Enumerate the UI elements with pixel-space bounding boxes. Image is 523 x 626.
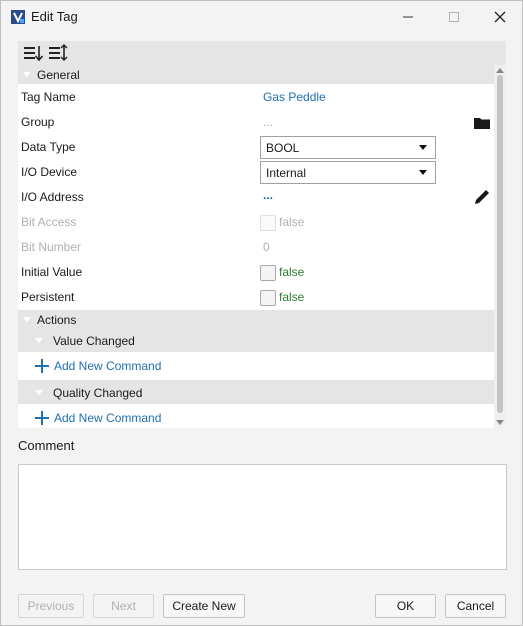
data-type-value: BOOL [266,141,300,155]
property-row-io-address: I/O Address ... [18,185,494,210]
collapse-triangle-icon[interactable] [35,338,43,343]
add-icon [35,359,49,373]
folder-icon[interactable] [473,114,491,132]
category-label: General [37,68,80,82]
edit-tag-app-icon [11,10,25,24]
scroll-up-icon[interactable] [496,68,504,73]
property-grid-toolbar [18,41,506,65]
category-general[interactable]: General [18,65,494,84]
collapse-triangle-icon[interactable] [23,72,31,77]
subcategory-value-changed[interactable]: Value Changed [18,328,494,352]
initial-value-checkbox[interactable] [260,265,276,281]
bit-access-checkbox [260,215,276,231]
window-title: Edit Tag [31,9,78,24]
bit-access-label: Bit Access [21,215,77,229]
tag-name-label: Tag Name [21,90,76,104]
data-type-select[interactable]: BOOL [260,136,436,159]
cancel-button[interactable]: Cancel [445,594,506,618]
title-bar: Edit Tag [1,1,522,33]
add-new-command-link[interactable]: Add New Command [54,411,161,425]
scroll-down-icon[interactable] [496,420,504,425]
property-row-group: Group ... [18,110,494,135]
tag-name-value[interactable]: Gas Peddle [263,90,326,104]
data-type-label: Data Type [21,140,76,154]
property-row-tag-name: Tag Name Gas Peddle [18,85,494,110]
previous-button[interactable]: Previous [18,594,84,618]
pencil-icon[interactable] [473,188,491,206]
ok-button[interactable]: OK [375,594,436,618]
minimize-button[interactable] [388,5,428,29]
maximize-icon [449,12,459,22]
io-device-label: I/O Device [21,165,78,179]
group-label: Group [21,115,55,129]
initial-value-value: false [279,265,305,279]
initial-value-label: Initial Value [21,265,83,279]
group-value[interactable]: ... [263,115,273,129]
close-button[interactable] [480,5,520,29]
collapse-triangle-icon[interactable] [35,390,43,395]
chevron-down-icon [419,170,427,175]
collapse-triangle-icon[interactable] [23,317,31,322]
bit-access-value: false [279,215,305,229]
subcategory-quality-changed[interactable]: Quality Changed [18,380,494,404]
add-command-row-quality-changed[interactable]: Add New Command [18,405,494,428]
property-row-data-type: Data Type BOOL [18,135,494,160]
minimize-icon [403,16,413,18]
next-button[interactable]: Next [93,594,154,618]
categorized-sort-icon[interactable] [23,44,43,62]
category-actions[interactable]: Actions [18,310,494,328]
comment-label: Comment [18,438,75,453]
close-icon [494,11,506,23]
create-new-button[interactable]: Create New [163,594,245,618]
chevron-down-icon [419,145,427,150]
property-row-persistent: Persistent false [18,285,494,310]
alphabetical-sort-icon[interactable] [48,44,68,62]
persistent-label: Persistent [21,290,75,304]
io-address-value[interactable]: ... [263,188,273,202]
add-command-row-value-changed[interactable]: Add New Command [18,353,494,380]
persistent-value: false [279,290,305,304]
io-device-value: Internal [266,166,307,180]
add-new-command-link[interactable]: Add New Command [54,359,161,373]
property-grid: General Tag Name Gas Peddle Group ... Da… [18,65,494,428]
edit-tag-window: Edit Tag General Tag Name Gas Peddle Gro… [0,0,523,626]
comment-field[interactable] [18,464,507,570]
maximize-button[interactable] [434,5,474,29]
subcategory-label: Value Changed [53,334,135,348]
property-row-bit-access: Bit Access false [18,210,494,235]
add-icon [35,411,49,425]
property-grid-scrollbar[interactable] [494,65,506,428]
persistent-checkbox[interactable] [260,290,276,306]
category-label: Actions [37,313,77,327]
property-row-initial-value: Initial Value false [18,260,494,285]
property-row-bit-number: Bit Number 0 [18,235,494,260]
scroll-thumb[interactable] [497,75,503,413]
property-row-io-device: I/O Device Internal [18,160,494,185]
subcategory-label: Quality Changed [53,386,143,400]
bit-number-value: 0 [263,240,270,254]
io-address-label: I/O Address [21,190,84,204]
io-device-select[interactable]: Internal [260,161,436,184]
bit-number-label: Bit Number [21,240,82,254]
